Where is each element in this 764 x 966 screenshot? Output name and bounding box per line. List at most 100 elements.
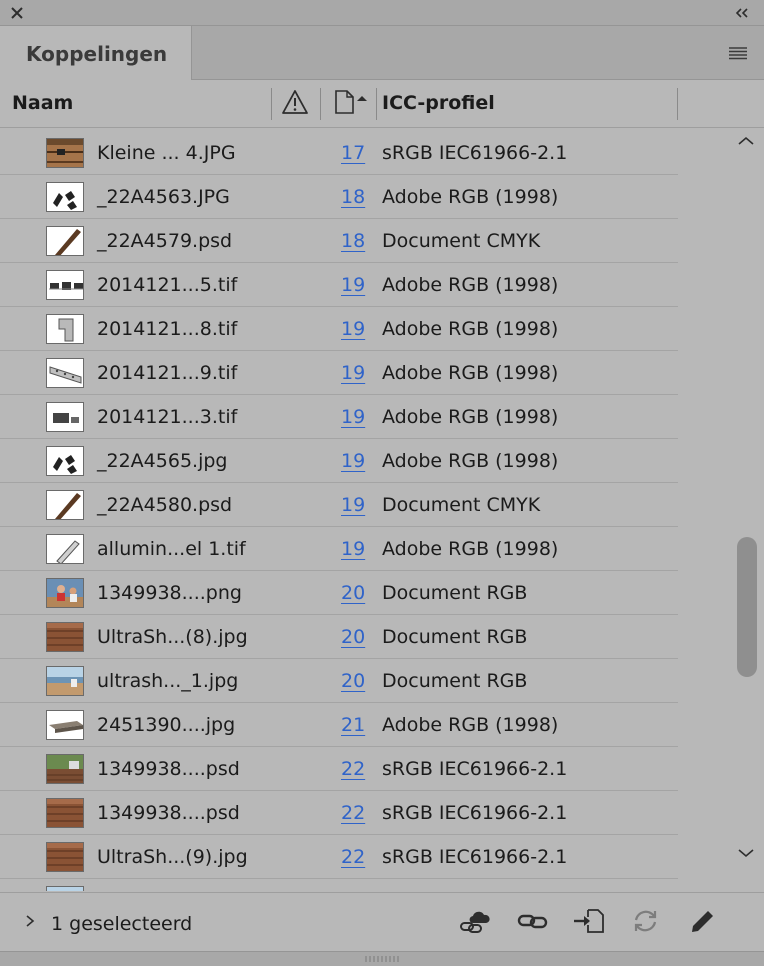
icc-profile: sRGB IEC61966-2.1 xyxy=(382,142,568,164)
page-link[interactable]: 20 xyxy=(341,626,365,648)
close-icon[interactable] xyxy=(9,5,25,21)
page-link[interactable]: 19 xyxy=(341,362,365,384)
double-chevron-left-icon[interactable] xyxy=(734,6,750,20)
thumbnail-image xyxy=(46,710,84,740)
links-list: Kleine ... 4.JPG 17 sRGB IEC61966-2.1 _22A4… xyxy=(0,129,734,891)
column-divider[interactable] xyxy=(320,88,321,120)
column-header: Naam ICC-profiel xyxy=(0,80,764,128)
link-filename: ultrash..._1.jpg xyxy=(97,670,239,692)
icc-profile: Adobe RGB (1998) xyxy=(382,186,559,208)
icc-profile: Document RGB xyxy=(382,582,528,604)
icc-profile: Document RGB xyxy=(382,670,528,692)
scroll-up-icon[interactable] xyxy=(737,134,755,148)
icc-profile: sRGB IEC61966-2.1 xyxy=(382,846,568,868)
link-row[interactable]: UltraSh...(9).jpg 22 sRGB IEC61966-2.1 xyxy=(0,835,678,879)
icc-profile: Document CMYK xyxy=(382,230,541,252)
link-row[interactable]: allumin...el 1.tif 19 Adobe RGB (1998) xyxy=(0,527,678,571)
icc-profile: Document RGB xyxy=(382,626,528,648)
column-icc-header[interactable]: ICC-profiel xyxy=(382,92,495,114)
tab-bar: Koppelingen xyxy=(0,26,764,81)
link-row[interactable]: _22A4580.psd 19 Document CMYK xyxy=(0,483,678,527)
hamburger-menu-icon[interactable] xyxy=(728,45,748,61)
link-row[interactable]: 1349938....psd 22 sRGB IEC61966-2.1 xyxy=(0,791,678,835)
link-row[interactable]: ultrash..._1.jpg 20 Document RGB xyxy=(0,659,678,703)
expand-chevron-icon[interactable] xyxy=(24,913,36,929)
page-link[interactable]: 19 xyxy=(341,406,365,428)
icc-profile: Adobe RGB (1998) xyxy=(382,362,559,384)
link-row[interactable]: 2014121...5.tif 19 Adobe RGB (1998) xyxy=(0,263,678,307)
page-link[interactable]: 20 xyxy=(341,582,365,604)
link-row[interactable] xyxy=(0,879,678,891)
icc-profile: Adobe RGB (1998) xyxy=(382,318,559,340)
link-icon[interactable] xyxy=(516,907,552,935)
icc-profile: Adobe RGB (1998) xyxy=(382,274,559,296)
tab-koppelingen[interactable]: Koppelingen xyxy=(0,26,192,81)
page-link[interactable]: 22 xyxy=(341,846,365,868)
link-row[interactable]: 2014121...3.tif 19 Adobe RGB (1998) xyxy=(0,395,678,439)
link-row[interactable]: _22A4565.jpg 19 Adobe RGB (1998) xyxy=(0,439,678,483)
icc-profile: Adobe RGB (1998) xyxy=(382,538,559,560)
scrollbar-thumb[interactable] xyxy=(737,537,757,677)
thumbnail-image xyxy=(46,138,84,168)
page-link[interactable]: 18 xyxy=(341,230,365,252)
tab-label: Koppelingen xyxy=(26,42,168,66)
link-row[interactable]: 1349938....png 20 Document RGB xyxy=(0,571,678,615)
link-filename: 2014121...8.tif xyxy=(97,318,238,340)
page-link[interactable]: 22 xyxy=(341,802,365,824)
thumbnail-image xyxy=(46,666,84,696)
link-filename: 2014121...5.tif xyxy=(97,274,238,296)
page-link[interactable]: 19 xyxy=(341,538,365,560)
column-divider[interactable] xyxy=(376,88,377,120)
update-link-icon[interactable] xyxy=(628,907,664,935)
thumbnail-image xyxy=(46,886,84,891)
page-link[interactable]: 21 xyxy=(341,714,365,736)
vertical-scrollbar[interactable] xyxy=(734,129,762,865)
link-filename: 1349938....png xyxy=(97,582,242,604)
page-link[interactable]: 17 xyxy=(341,142,365,164)
grip-icon[interactable] xyxy=(362,955,402,963)
thumbnail-image xyxy=(46,446,84,476)
column-name-header[interactable]: Naam xyxy=(12,92,73,114)
selection-status: 1 geselecteerd xyxy=(51,913,193,935)
warning-triangle-icon[interactable] xyxy=(281,89,309,115)
icc-profile: Adobe RGB (1998) xyxy=(382,714,559,736)
link-filename: _22A4563.JPG xyxy=(97,186,230,208)
icc-profile: Adobe RGB (1998) xyxy=(382,406,559,428)
link-row[interactable]: 2451390....jpg 21 Adobe RGB (1998) xyxy=(0,703,678,747)
link-row[interactable]: 2014121...8.tif 19 Adobe RGB (1998) xyxy=(0,307,678,351)
scroll-down-icon[interactable] xyxy=(737,846,755,860)
link-filename: 2451390....jpg xyxy=(97,714,236,736)
page-link[interactable]: 19 xyxy=(341,274,365,296)
edit-original-icon[interactable] xyxy=(684,907,720,935)
column-divider[interactable] xyxy=(271,88,272,120)
page-link[interactable]: 20 xyxy=(341,670,365,692)
thumbnail-image xyxy=(46,182,84,212)
page-link[interactable]: 19 xyxy=(341,494,365,516)
page-link[interactable]: 18 xyxy=(341,186,365,208)
link-row[interactable]: 2014121...9.tif 19 Adobe RGB (1998) xyxy=(0,351,678,395)
page-link[interactable]: 19 xyxy=(341,450,365,472)
goto-link-icon[interactable] xyxy=(572,907,608,935)
resize-handle[interactable] xyxy=(0,951,764,966)
link-filename: 2014121...3.tif xyxy=(97,406,238,428)
link-row[interactable]: _22A4563.JPG 18 Adobe RGB (1998) xyxy=(0,175,678,219)
cloud-link-icon[interactable] xyxy=(459,907,495,935)
link-row[interactable]: _22A4579.psd 18 Document CMYK xyxy=(0,219,678,263)
link-filename: _22A4565.jpg xyxy=(97,450,228,472)
thumbnail-image xyxy=(46,402,84,432)
page-sort-icon[interactable] xyxy=(333,89,373,115)
link-row[interactable]: Kleine ... 4.JPG 17 sRGB IEC61966-2.1 xyxy=(0,131,678,175)
page-link[interactable]: 22 xyxy=(341,758,365,780)
thumbnail-image xyxy=(46,798,84,828)
link-filename: _22A4579.psd xyxy=(97,230,233,252)
link-filename: 1349938....psd xyxy=(97,758,240,780)
column-divider[interactable] xyxy=(677,88,678,120)
thumbnail-image xyxy=(46,578,84,608)
link-row[interactable]: 1349938....psd 22 sRGB IEC61966-2.1 xyxy=(0,747,678,791)
thumbnail-image xyxy=(46,842,84,872)
link-filename: 2014121...9.tif xyxy=(97,362,238,384)
page-link[interactable]: 19 xyxy=(341,318,365,340)
link-row[interactable]: UltraSh...(8).jpg 20 Document RGB xyxy=(0,615,678,659)
panel-footer: 1 geselecteerd xyxy=(0,892,764,950)
link-filename: UltraSh...(8).jpg xyxy=(97,626,248,648)
